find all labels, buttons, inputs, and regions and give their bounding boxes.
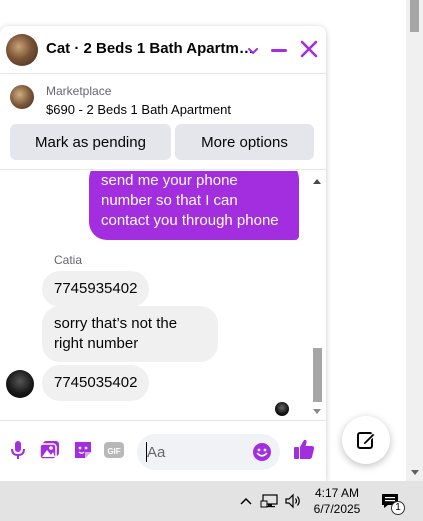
incoming-message[interactable]: 7745035402	[42, 365, 150, 401]
text-caret	[146, 442, 147, 462]
listing-avatar[interactable]	[6, 34, 38, 66]
scroll-down-arrow[interactable]	[313, 409, 321, 414]
scroll-up-arrow[interactable]	[313, 179, 321, 184]
close-icon[interactable]	[298, 38, 320, 60]
clock-date: 6/7/2025	[313, 502, 361, 516]
incoming-message[interactable]: 7745935402	[42, 271, 150, 307]
notification-count-badge: 1	[391, 501, 405, 515]
clock-time: 4:17 AM	[314, 486, 360, 500]
emoji-icon[interactable]	[252, 442, 272, 462]
microphone-icon[interactable]	[7, 439, 29, 461]
message-list[interactable]: send me your phone number so that I can …	[0, 171, 326, 420]
chat-title[interactable]: Cat · 2 Beds 1 Bath Apartm…	[46, 40, 254, 57]
listing-title[interactable]: $690 - 2 Beds 1 Bath Apartment	[46, 102, 231, 117]
sender-avatar[interactable]	[6, 370, 34, 398]
marketplace-panel: Marketplace $690 - 2 Beds 1 Bath Apartme…	[0, 75, 326, 170]
volume-icon[interactable]	[283, 491, 303, 511]
outgoing-message[interactable]: send me your phone number so that I can …	[89, 171, 299, 240]
chat-header: Cat · 2 Beds 1 Bath Apartm…	[0, 26, 326, 74]
message-input[interactable]	[147, 442, 247, 462]
taskbar: 4:17 AM 6/7/2025 1	[0, 481, 423, 521]
network-icon[interactable]	[260, 491, 280, 511]
message-input-wrapper[interactable]	[137, 434, 280, 470]
chevron-up-icon[interactable]	[236, 491, 256, 511]
page-scrollbar[interactable]	[406, 0, 423, 481]
new-message-button[interactable]	[342, 416, 390, 464]
page-scroll-down-arrow[interactable]	[411, 470, 419, 475]
more-options-button[interactable]: More options	[175, 124, 314, 160]
message-scrollbar[interactable]	[310, 171, 324, 420]
chevron-down-icon[interactable]	[247, 45, 259, 57]
marketplace-label: Marketplace	[46, 84, 112, 98]
seen-receipt-avatar	[275, 402, 289, 416]
sender-name: Catia	[54, 253, 83, 267]
minimize-button[interactable]	[271, 49, 287, 52]
gif-icon[interactable]: GIF	[103, 439, 125, 461]
like-icon[interactable]	[292, 437, 316, 461]
mark-as-pending-button[interactable]: Mark as pending	[10, 124, 171, 160]
page-scrollbar-thumb[interactable]	[410, 0, 419, 32]
svg-text:GIF: GIF	[107, 447, 120, 456]
incoming-message[interactable]: sorry that’s not the right number	[42, 306, 218, 362]
message-scrollbar-thumb[interactable]	[313, 348, 322, 402]
sticker-icon[interactable]	[72, 439, 94, 461]
listing-thumbnail[interactable]	[10, 85, 34, 109]
chat-window: Cat · 2 Beds 1 Bath Apartm… Marketplace …	[0, 26, 326, 481]
composer: GIF	[0, 420, 326, 481]
compose-icon	[357, 432, 376, 449]
system-clock[interactable]: 4:17 AM 6/7/2025	[306, 485, 368, 517]
photo-icon[interactable]	[39, 439, 61, 461]
